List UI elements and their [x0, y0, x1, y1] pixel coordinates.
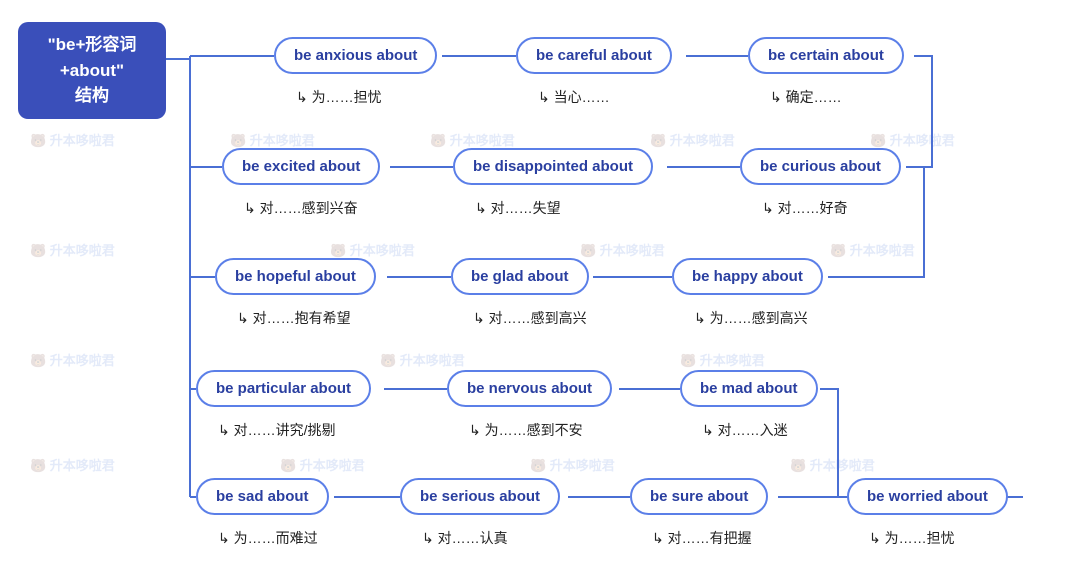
- trans-nervous: ↳ 为……感到不安: [469, 420, 583, 440]
- node-glad: be glad about: [451, 258, 589, 295]
- trans-particular: ↳ 对……讲究/挑剔: [218, 420, 336, 440]
- trans-careful: ↳ 当心……: [538, 87, 610, 107]
- node-sure: be sure about: [630, 478, 768, 515]
- trans-worried: ↳ 为……担忧: [869, 528, 955, 548]
- node-excited: be excited about: [222, 148, 380, 185]
- trans-hopeful: ↳ 对……抱有希望: [237, 308, 351, 328]
- node-curious: be curious about: [740, 148, 901, 185]
- watermark: 🐻 升本哆啦君: [30, 130, 115, 149]
- watermark: 🐻 升本哆啦君: [580, 240, 665, 259]
- trans-anxious: ↳ 为……担忧: [296, 87, 382, 107]
- watermark: 🐻 升本哆啦君: [680, 350, 765, 369]
- trans-glad: ↳ 对……感到高兴: [473, 308, 587, 328]
- trans-curious: ↳ 对……好奇: [762, 198, 848, 218]
- watermark: 🐻 升本哆啦君: [30, 350, 115, 369]
- watermark: 🐻 升本哆啦君: [530, 455, 615, 474]
- title-line2: 结构: [75, 86, 109, 105]
- watermark: 🐻 升本哆啦君: [650, 130, 735, 149]
- node-careful: be careful about: [516, 37, 672, 74]
- trans-certain: ↳ 确定……: [770, 87, 842, 107]
- watermark: 🐻 升本哆啦君: [870, 130, 955, 149]
- watermark: 🐻 升本哆啦君: [30, 455, 115, 474]
- trans-happy: ↳ 为……感到高兴: [694, 308, 808, 328]
- trans-sure: ↳ 对……有把握: [652, 528, 752, 548]
- title-line1: "be+形容词+about": [48, 35, 137, 80]
- trans-sad: ↳ 为……而难过: [218, 528, 318, 548]
- watermark: 🐻 升本哆啦君: [30, 240, 115, 259]
- trans-disappointed: ↳ 对……失望: [475, 198, 561, 218]
- title-box: "be+形容词+about" 结构: [18, 22, 166, 119]
- watermark: 🐻 升本哆啦君: [430, 130, 515, 149]
- watermark: 🐻 升本哆啦君: [830, 240, 915, 259]
- trans-excited: ↳ 对……感到兴奋: [244, 198, 358, 218]
- node-nervous: be nervous about: [447, 370, 612, 407]
- node-hopeful: be hopeful about: [215, 258, 376, 295]
- node-mad: be mad about: [680, 370, 818, 407]
- node-anxious: be anxious about: [274, 37, 437, 74]
- trans-mad: ↳ 对……入迷: [702, 420, 788, 440]
- watermark: 🐻 升本哆啦君: [230, 130, 315, 149]
- node-happy: be happy about: [672, 258, 823, 295]
- node-particular: be particular about: [196, 370, 371, 407]
- node-disappointed: be disappointed about: [453, 148, 653, 185]
- node-worried: be worried about: [847, 478, 1008, 515]
- watermark: 🐻 升本哆啦君: [380, 350, 465, 369]
- node-certain: be certain about: [748, 37, 904, 74]
- node-serious: be serious about: [400, 478, 560, 515]
- watermark: 🐻 升本哆啦君: [280, 455, 365, 474]
- watermark: 🐻 升本哆啦君: [330, 240, 415, 259]
- node-sad: be sad about: [196, 478, 329, 515]
- watermark: 🐻 升本哆啦君: [790, 455, 875, 474]
- trans-serious: ↳ 对……认真: [422, 528, 508, 548]
